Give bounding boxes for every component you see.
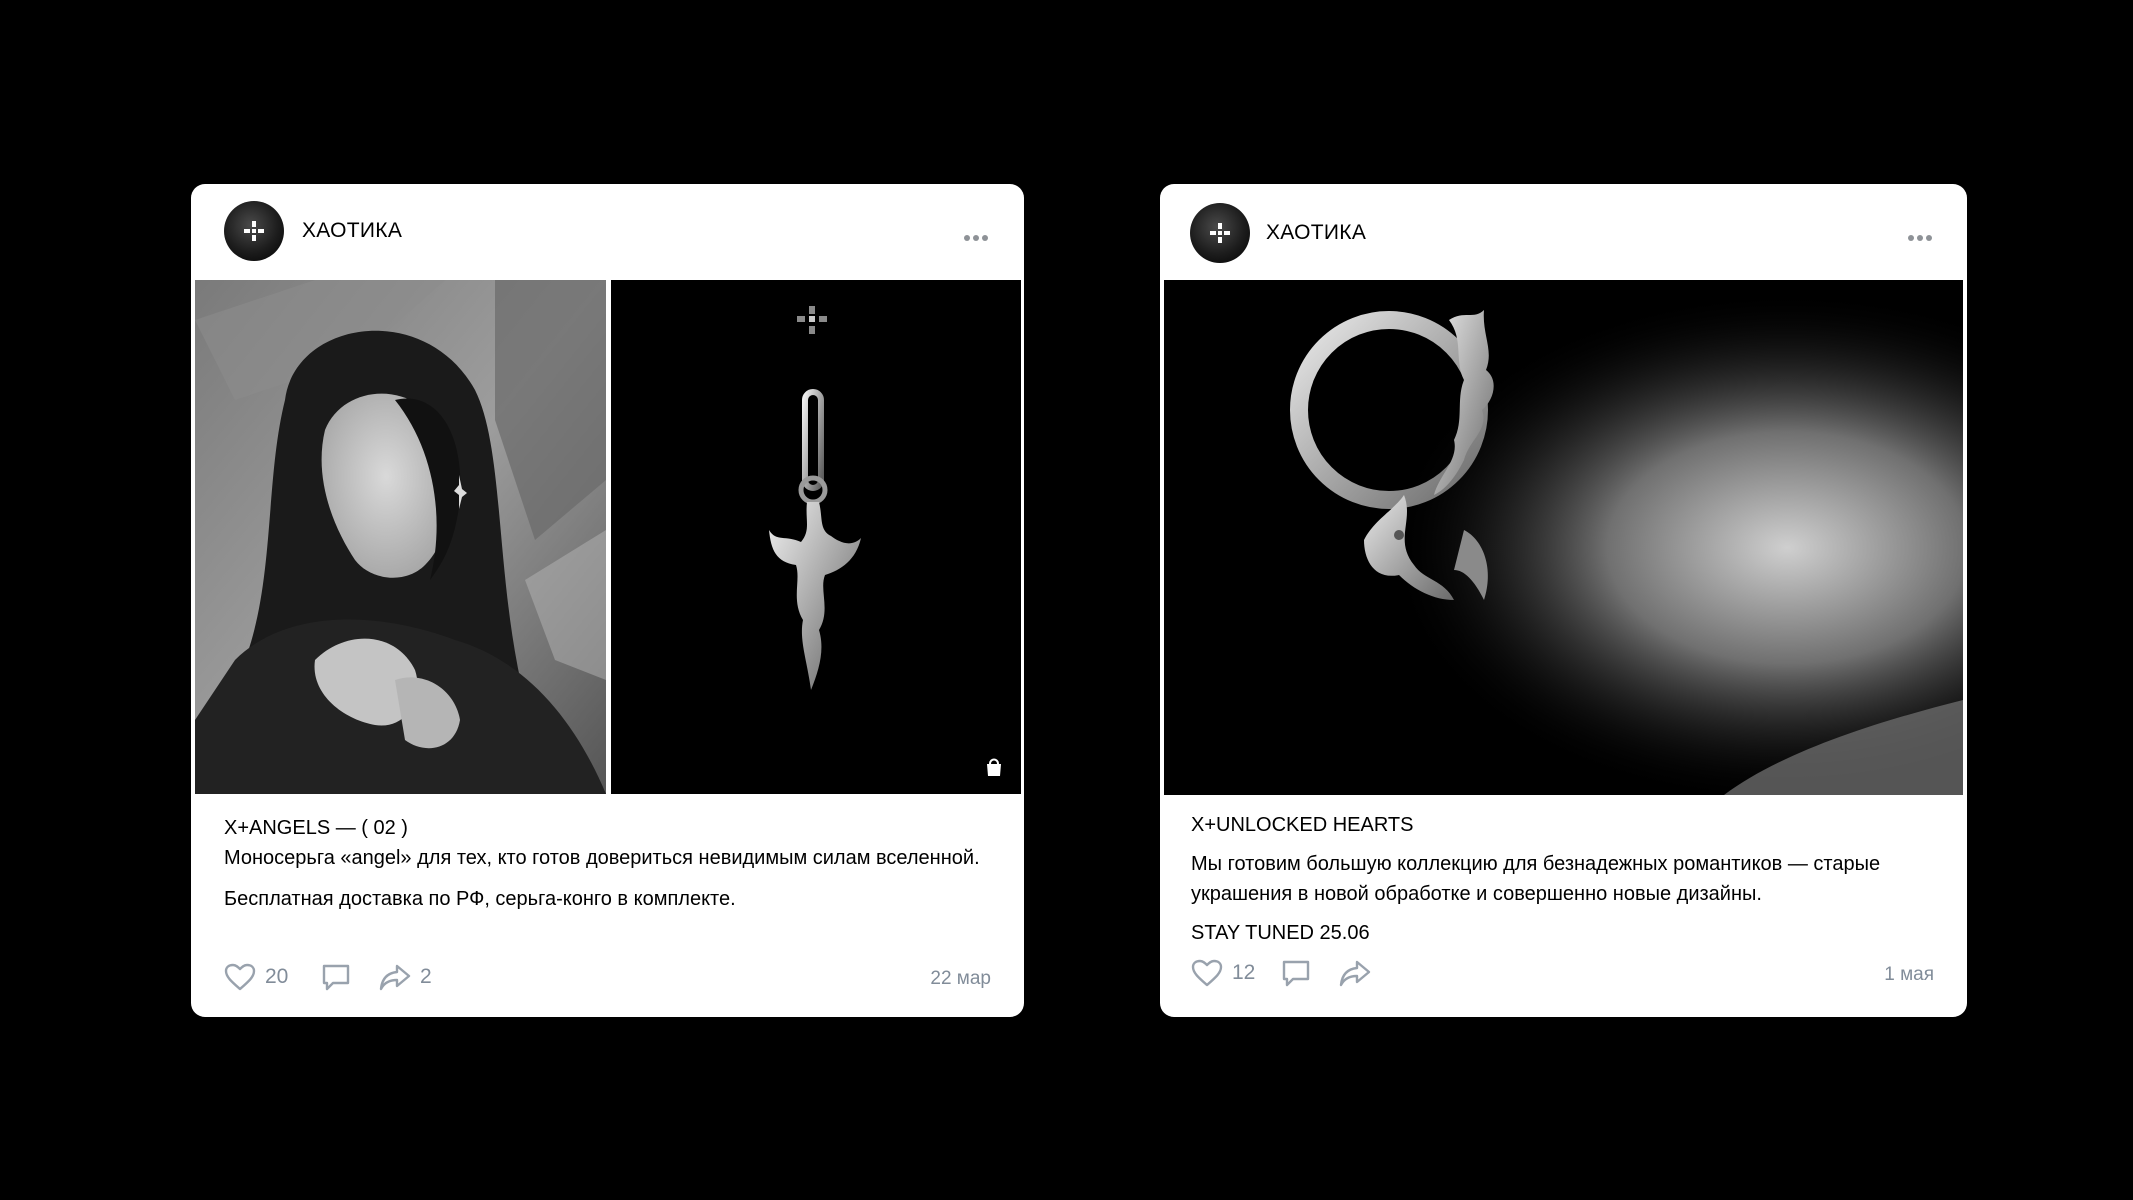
post-header: ХАОТИКА	[1160, 184, 1967, 280]
post-body-2: STAY TUNED 25.06	[1191, 922, 1370, 944]
share-arrow-icon	[379, 964, 411, 991]
share-count: 2	[420, 965, 432, 988]
post-body: Моносерьга «angel» для тех, кто готов до…	[224, 847, 980, 869]
more-horizontal-icon[interactable]	[961, 224, 988, 247]
post-text: X+ANGELS — ( 02 ) Моносерьга «angel» для…	[224, 813, 994, 914]
post-text: X+UNLOCKED HEARTS Мы готовим большую кол…	[1191, 810, 1951, 948]
post-photo-earring[interactable]	[611, 280, 1021, 794]
post-photo-ring[interactable]	[1164, 280, 1963, 795]
post-title: X+UNLOCKED HEARTS	[1191, 814, 1414, 836]
comment-icon	[322, 964, 350, 991]
brand-cross-logo	[1210, 223, 1230, 243]
brand-cross-logo	[244, 221, 264, 241]
author-name[interactable]: ХАОТИКА	[1266, 221, 1366, 245]
like-button[interactable]: 20	[224, 963, 288, 991]
share-arrow-icon	[1339, 960, 1371, 987]
like-count: 20	[265, 965, 289, 988]
post-body: Мы готовим большую коллекцию для безнаде…	[1191, 853, 1881, 905]
heart-icon	[1191, 959, 1223, 987]
post-date[interactable]: 22 мар	[930, 968, 991, 990]
post-header: ХАОТИКА	[191, 184, 1024, 280]
post-body-2: Бесплатная доставка по РФ, серьга-конго …	[224, 888, 736, 910]
share-button[interactable]: 2	[379, 963, 432, 991]
like-count: 12	[1232, 961, 1256, 984]
comment-icon	[1282, 960, 1310, 987]
more-horizontal-icon[interactable]	[1905, 224, 1932, 247]
post-footer: 20 2 22 мар	[191, 958, 1024, 998]
post-card: ХАОТИКА	[1160, 184, 1967, 1017]
like-button[interactable]: 12	[1191, 959, 1255, 987]
post-card: ХАОТИКА	[191, 184, 1024, 1017]
avatar[interactable]	[224, 201, 284, 261]
post-footer: 12 1 мая	[1160, 954, 1967, 994]
avatar[interactable]	[1190, 203, 1250, 263]
comment-button[interactable]	[321, 963, 351, 991]
comment-button[interactable]	[1281, 959, 1311, 987]
post-photo-portrait[interactable]	[195, 280, 606, 794]
post-date[interactable]: 1 мая	[1884, 964, 1934, 986]
heart-icon	[224, 963, 256, 991]
author-name[interactable]: ХАОТИКА	[302, 219, 402, 243]
post-title: X+ANGELS — ( 02 )	[224, 817, 408, 839]
share-button[interactable]	[1339, 959, 1371, 987]
